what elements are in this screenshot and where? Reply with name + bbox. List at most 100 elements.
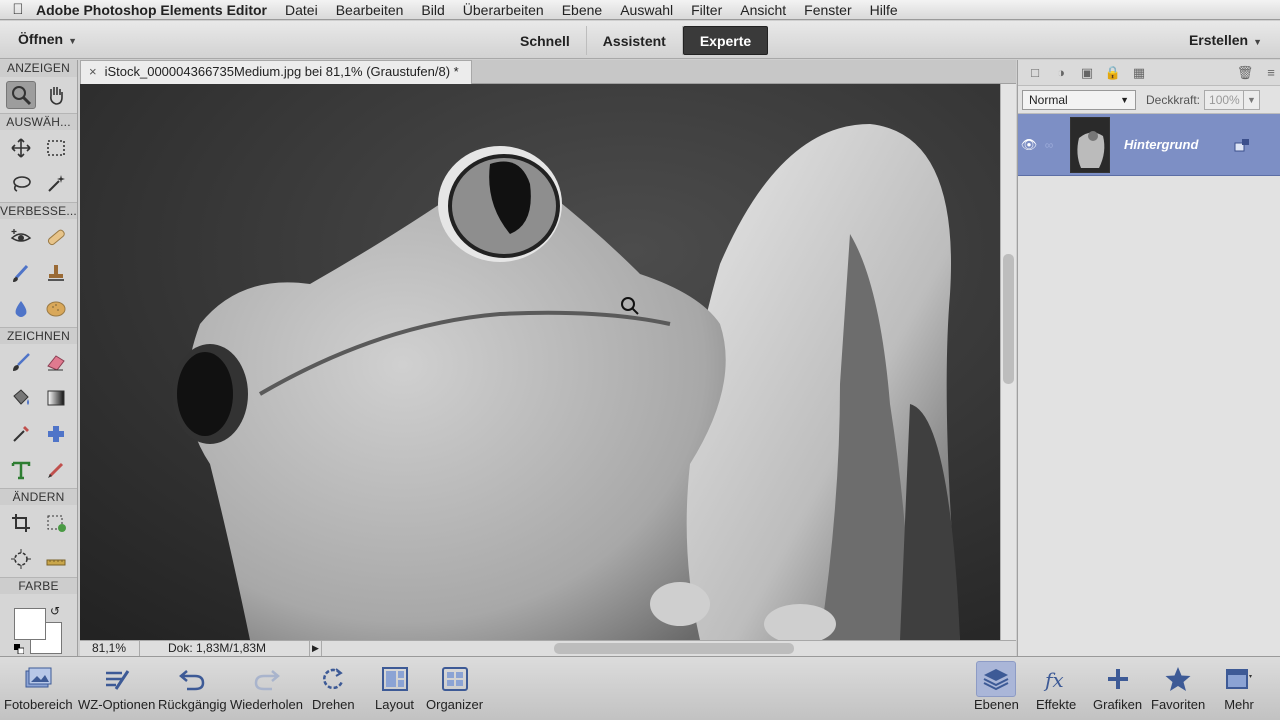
move-icon[interactable] — [6, 134, 36, 162]
crop-icon[interactable] — [6, 509, 36, 537]
rotate-icon — [323, 668, 344, 690]
swap-colors-icon[interactable]: ↺ — [50, 604, 60, 618]
section-view-label: ANZEIGEN — [0, 60, 77, 77]
blend-mode-value: Normal — [1029, 92, 1068, 107]
layer-mask-icon[interactable]: ▣ — [1078, 64, 1096, 82]
redo-label: Wiederholen — [230, 697, 303, 712]
mode-schnell[interactable]: Schnell — [504, 26, 587, 55]
sponge-icon[interactable] — [41, 295, 71, 323]
brush-icon[interactable] — [6, 348, 36, 376]
foreground-color-swatch[interactable] — [14, 608, 46, 640]
vertical-scroll-thumb[interactable] — [1003, 254, 1014, 384]
section-modify-label: ÄNDERN — [0, 488, 77, 505]
photo-bin-button[interactable]: Fotobereich — [4, 661, 73, 712]
layers-button[interactable]: Ebenen — [974, 661, 1019, 712]
open-button[interactable]: Öffnen ▼ — [18, 31, 77, 47]
type-icon[interactable] — [6, 456, 36, 484]
blur-icon[interactable] — [6, 295, 36, 323]
paint-bucket-icon[interactable] — [6, 384, 36, 412]
star-icon — [1165, 667, 1191, 691]
recompose-icon[interactable] — [41, 509, 71, 537]
menu-ebene[interactable]: Ebene — [562, 2, 602, 18]
redo-button[interactable]: Wiederholen — [230, 661, 303, 712]
image-canvas[interactable] — [80, 84, 1000, 640]
new-layer-icon[interactable]: □ — [1026, 64, 1044, 82]
opacity-dropdown-icon[interactable]: ▼ — [1244, 89, 1261, 110]
app-name-menu[interactable]: Adobe Photoshop Elements Editor — [36, 2, 267, 18]
graphics-button[interactable]: Grafiken — [1093, 661, 1142, 712]
horizontal-scrollbar[interactable] — [322, 641, 1016, 656]
horizontal-scroll-thumb[interactable] — [554, 643, 794, 654]
document-title: iStock_000004366735Medium.jpg bei 81,1% … — [104, 64, 459, 79]
create-button-label: Erstellen — [1188, 32, 1249, 48]
zoom-icon[interactable] — [6, 81, 37, 109]
tool-options-icon — [105, 670, 129, 690]
organizer-icon — [441, 667, 468, 691]
document-tab[interactable]: × iStock_000004366735Medium.jpg bei 81,1%… — [80, 60, 472, 84]
mode-experte[interactable]: Experte — [682, 26, 769, 55]
close-icon[interactable]: × — [89, 64, 97, 79]
apple-icon[interactable]:  — [0, 1, 36, 18]
pencil-icon[interactable] — [41, 456, 71, 484]
more-button[interactable]: Mehr — [1224, 661, 1254, 712]
organizer-button[interactable]: Organizer — [426, 661, 483, 712]
lock-transparency-icon[interactable]: ▦ — [1130, 64, 1148, 82]
menu-bearbeiten[interactable]: Bearbeiten — [336, 2, 404, 18]
marquee-icon[interactable] — [41, 134, 71, 162]
plus-icon — [1107, 669, 1128, 689]
eye-icon[interactable]: 👁 — [1018, 137, 1040, 153]
menu-ueberarbeiten[interactable]: Überarbeiten — [463, 2, 544, 18]
zoom-level[interactable]: 81,1% — [80, 641, 140, 656]
bandage-icon[interactable] — [41, 223, 71, 251]
undo-button[interactable]: Rückgängig — [158, 661, 227, 712]
menu-bild[interactable]: Bild — [421, 2, 444, 18]
favorites-button[interactable]: Favoriten — [1151, 661, 1205, 712]
trash-icon[interactable]: 🗑 — [1236, 64, 1254, 82]
opacity-field[interactable]: 100% — [1204, 89, 1245, 110]
red-eye-icon[interactable] — [6, 223, 36, 251]
vertical-scrollbar[interactable] — [1000, 84, 1016, 640]
blend-controls: Normal ▼ Deckkraft: 100% ▼ — [1018, 86, 1280, 114]
create-button[interactable]: Erstellen ▼ — [1189, 32, 1262, 48]
eyedropper-icon[interactable] — [6, 420, 36, 448]
undo-icon — [179, 670, 205, 691]
smart-brush-icon[interactable] — [6, 259, 36, 287]
graphics-label: Grafiken — [1093, 697, 1143, 712]
layer-row[interactable]: 👁 ∞ Hintergrund — [1018, 114, 1280, 176]
magic-wand-icon[interactable] — [41, 170, 71, 198]
clone-stamp-icon[interactable] — [41, 259, 71, 287]
layers-toolbar: □ ◑ ▣ 🔒 ▦ 🗑 ≡ — [1018, 60, 1280, 86]
tab-strip — [472, 60, 1016, 84]
gradient-icon[interactable] — [41, 384, 71, 412]
mode-switcher: Schnell Assistent Experte — [504, 26, 769, 55]
menu-fenster[interactable]: Fenster — [804, 2, 851, 18]
effects-button[interactable]: fx Effekte — [1036, 661, 1076, 712]
eraser-icon[interactable] — [41, 348, 71, 376]
lasso-icon[interactable] — [6, 170, 36, 198]
layers-icon — [983, 669, 1009, 691]
panel-menu-icon[interactable]: ≡ — [1262, 64, 1280, 82]
content-move-icon[interactable] — [6, 545, 36, 573]
layers-label: Ebenen — [974, 697, 1019, 712]
mode-assistent[interactable]: Assistent — [587, 26, 683, 55]
menu-ansicht[interactable]: Ansicht — [740, 2, 786, 18]
blend-mode-select[interactable]: Normal ▼ — [1022, 89, 1136, 110]
rotate-button[interactable]: Drehen — [312, 661, 355, 712]
rotate-label: Drehen — [312, 697, 355, 712]
custom-shape-icon[interactable] — [41, 420, 71, 448]
lock-all-icon[interactable]: 🔒 — [1104, 64, 1122, 82]
layout-button[interactable]: Layout — [375, 661, 414, 712]
menu-filter[interactable]: Filter — [691, 2, 722, 18]
default-colors-icon[interactable] — [14, 644, 24, 654]
chevron-down-icon: ▼ — [1253, 37, 1262, 47]
menu-hilfe[interactable]: Hilfe — [870, 2, 898, 18]
menu-datei[interactable]: Datei — [285, 2, 318, 18]
straighten-icon[interactable] — [41, 545, 71, 573]
hand-icon[interactable] — [41, 81, 71, 109]
doc-size-info: Dok: 1,83M/1,83M — [140, 641, 310, 656]
tool-options-button[interactable]: WZ-Optionen — [78, 661, 155, 712]
menu-auswahl[interactable]: Auswahl — [620, 2, 673, 18]
adjustment-layer-icon[interactable]: ◑ — [1052, 64, 1070, 82]
status-menu-arrow-icon[interactable]: ▶ — [310, 641, 322, 656]
layer-name: Hintergrund — [1124, 137, 1199, 152]
